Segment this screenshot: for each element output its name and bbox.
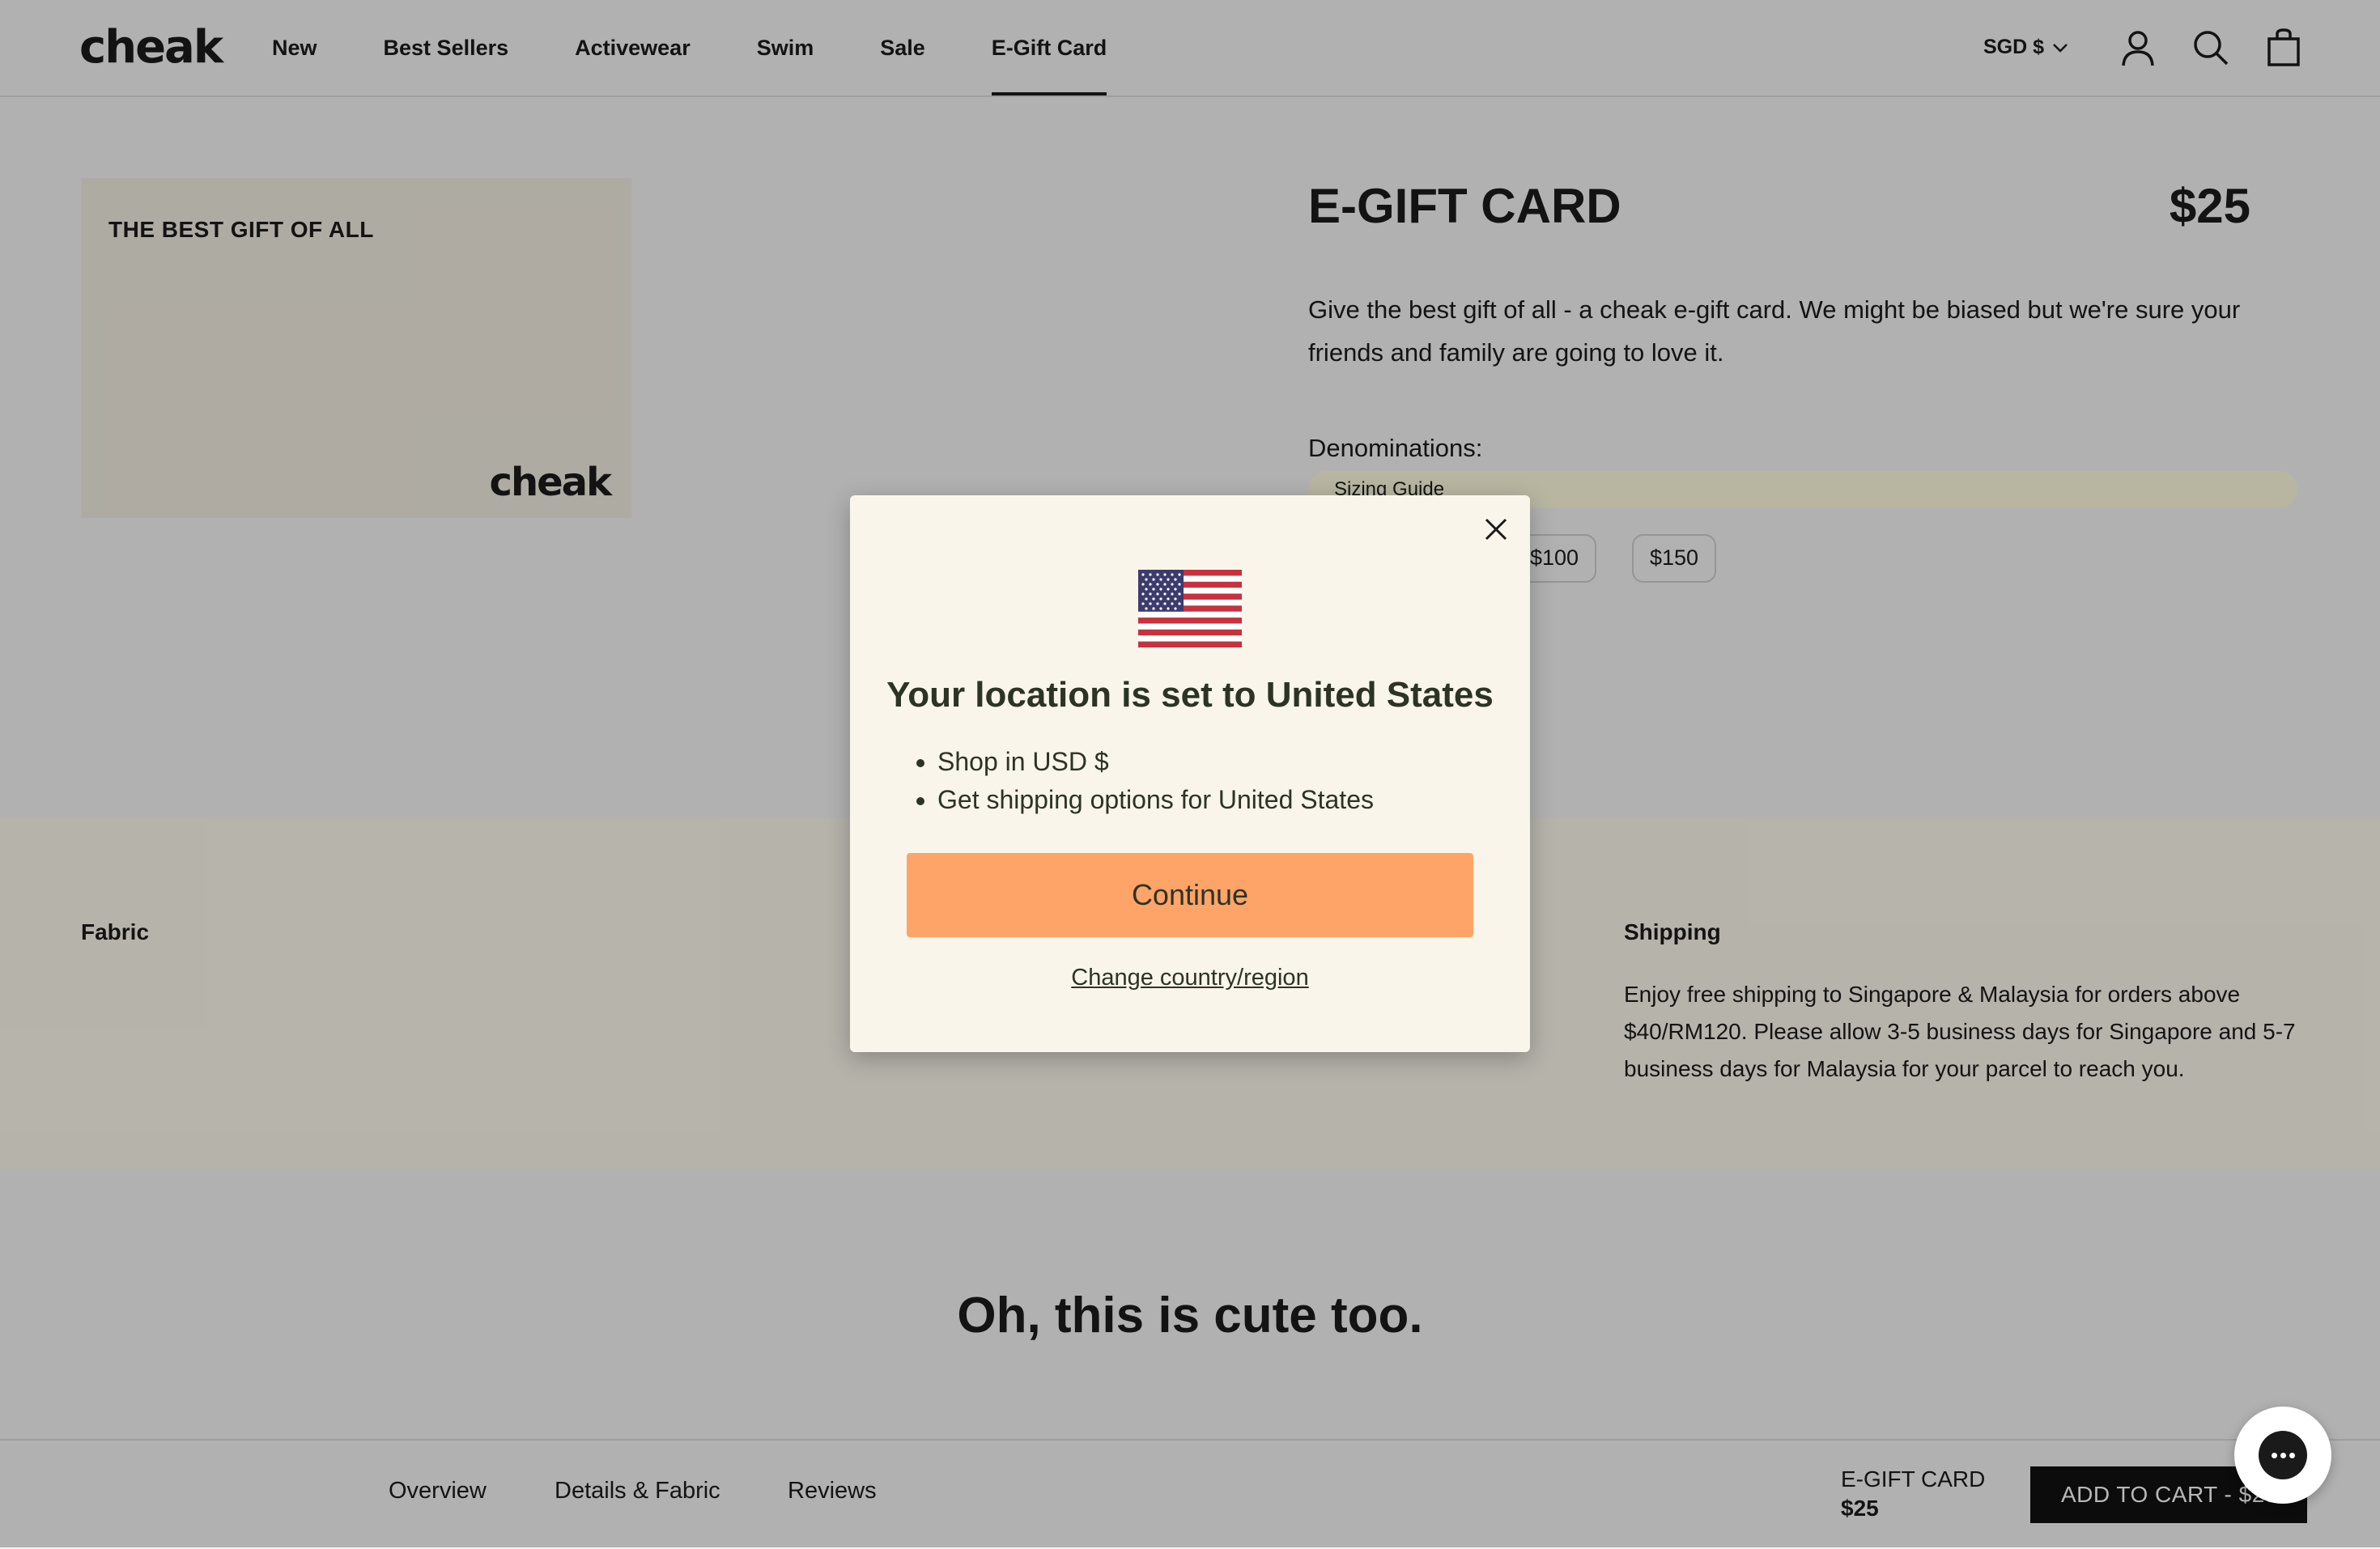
- change-country-link[interactable]: Change country/region: [850, 965, 1530, 991]
- chat-dot: [2289, 1453, 2295, 1458]
- modal-title: Your location is set to United States: [886, 675, 1494, 715]
- chat-dot: [2280, 1453, 2286, 1458]
- close-icon[interactable]: [1478, 511, 1514, 547]
- modal-bullet-list: Shop in USD $ Get shipping options for U…: [908, 743, 1374, 819]
- location-modal: Your location is set to United States Sh…: [850, 495, 1530, 1052]
- chat-button[interactable]: [2234, 1407, 2331, 1504]
- modal-bullet-currency: Shop in USD $: [937, 743, 1374, 781]
- chat-dot: [2272, 1453, 2277, 1458]
- us-flag-icon: [1138, 570, 1242, 647]
- continue-button[interactable]: Continue: [907, 853, 1473, 937]
- modal-bullet-shipping: Get shipping options for United States: [937, 781, 1374, 819]
- chat-icon: [2259, 1431, 2307, 1479]
